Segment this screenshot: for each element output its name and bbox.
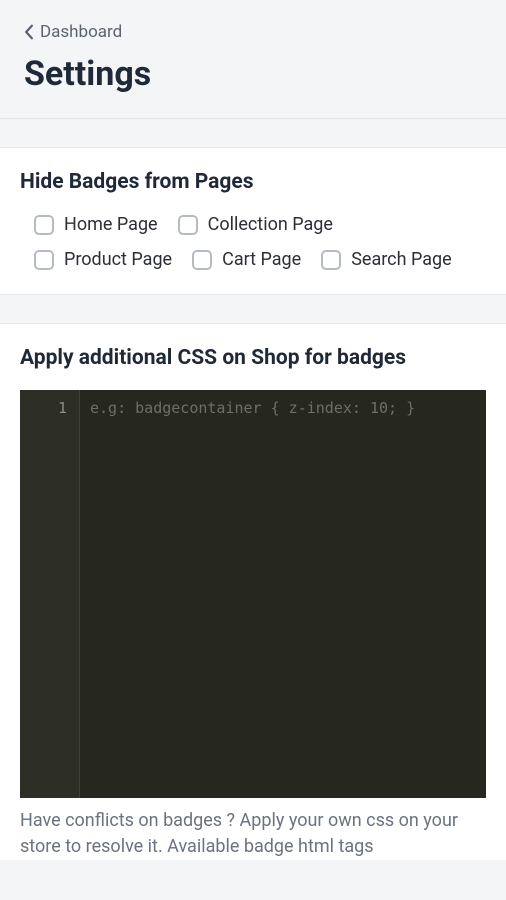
page-title: Settings (24, 54, 482, 94)
breadcrumb-dashboard[interactable]: Dashboard (24, 22, 482, 42)
code-textarea[interactable]: e.g: badgecontainer { z-index: 10; } (80, 390, 486, 798)
checkbox-search-page[interactable]: Search Page (321, 249, 451, 270)
hide-badges-checkbox-group: Home Page Collection Page Product Page C… (20, 214, 486, 270)
css-section: Apply additional CSS on Shop for badges … (0, 323, 506, 860)
hide-badges-title: Hide Badges from Pages (20, 170, 486, 194)
css-code-editor[interactable]: 1 e.g: badgecontainer { z-index: 10; } (20, 390, 486, 798)
checkbox-box (192, 250, 212, 270)
hide-badges-section: Hide Badges from Pages Home Page Collect… (0, 147, 506, 295)
breadcrumb-label: Dashboard (40, 22, 122, 42)
css-section-title: Apply additional CSS on Shop for badges (20, 346, 486, 370)
line-number: 1 (20, 394, 67, 422)
code-gutter: 1 (20, 390, 80, 798)
css-help-text: Have conflicts on badges ? Apply your ow… (20, 798, 486, 860)
code-placeholder: e.g: badgecontainer { z-index: 10; } (90, 399, 415, 417)
checkbox-label: Collection Page (208, 214, 333, 235)
checkbox-collection-page[interactable]: Collection Page (178, 214, 333, 235)
checkbox-label: Product Page (64, 249, 172, 270)
checkbox-box (34, 250, 54, 270)
checkbox-box (321, 250, 341, 270)
checkbox-label: Search Page (351, 249, 451, 270)
checkbox-product-page[interactable]: Product Page (34, 249, 172, 270)
checkbox-home-page[interactable]: Home Page (34, 214, 158, 235)
chevron-left-icon (24, 24, 34, 40)
page-header: Dashboard Settings (0, 0, 506, 119)
checkbox-label: Home Page (64, 214, 158, 235)
checkbox-label: Cart Page (222, 249, 301, 270)
checkbox-cart-page[interactable]: Cart Page (192, 249, 301, 270)
checkbox-box (34, 215, 54, 235)
checkbox-box (178, 215, 198, 235)
